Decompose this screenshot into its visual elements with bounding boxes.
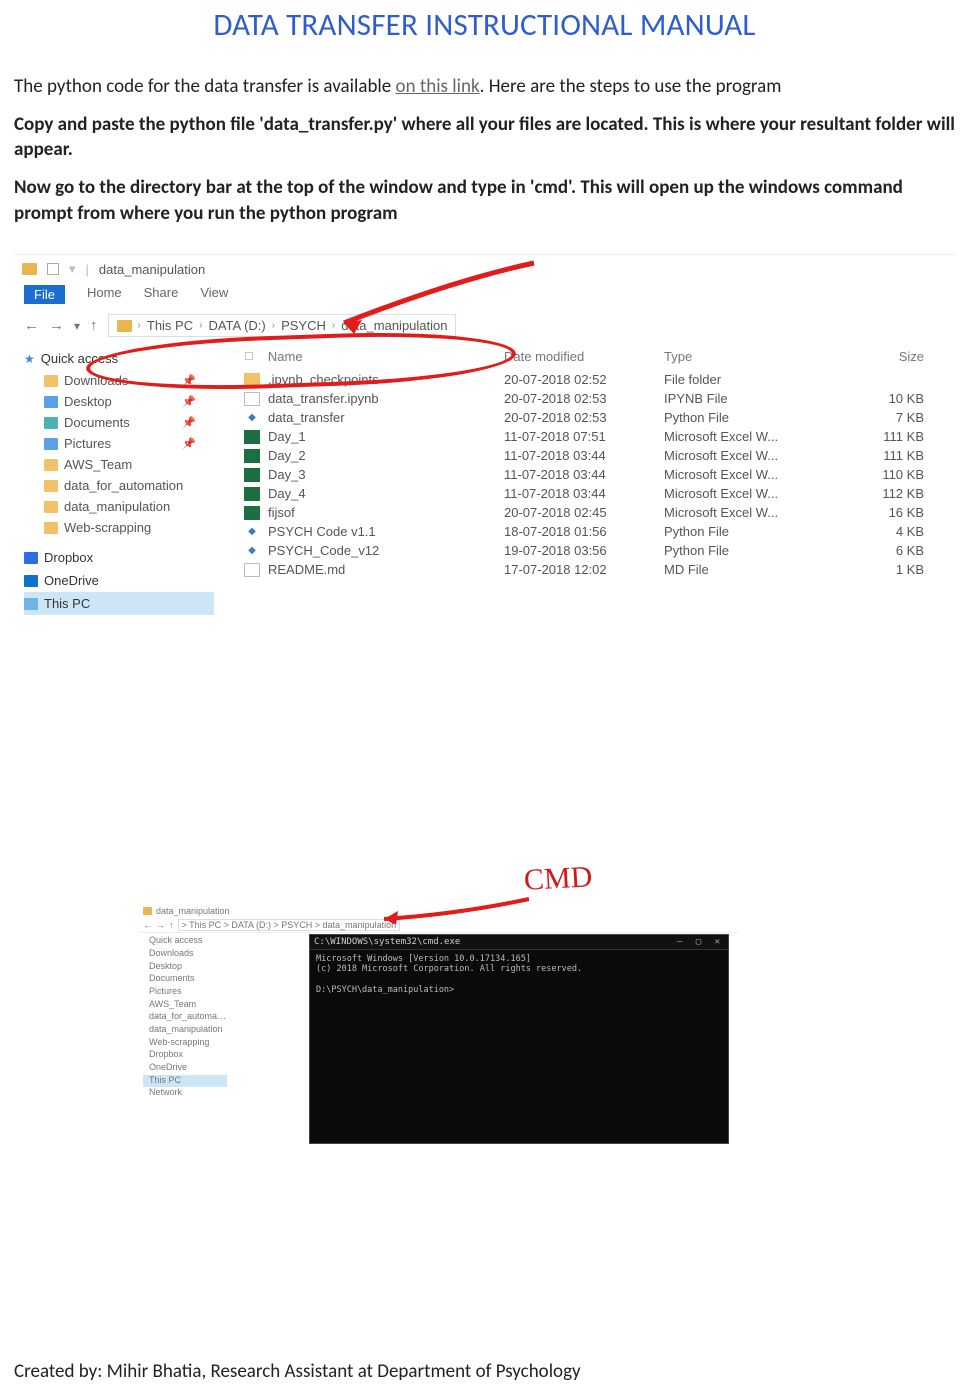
- window-title-text: data_manipulation: [99, 262, 205, 277]
- file-row[interactable]: Day_211-07-2018 03:44Microsoft Excel W..…: [244, 446, 950, 465]
- file-row[interactable]: Day_111-07-2018 07:51Microsoft Excel W..…: [244, 427, 950, 446]
- onedrive-icon: [24, 575, 38, 587]
- file-row[interactable]: PSYCH_Code_v1219-07-2018 03:56Python Fil…: [244, 541, 950, 560]
- code-link[interactable]: on this link: [396, 75, 480, 98]
- col-size[interactable]: Size: [844, 349, 924, 364]
- pc-icon: [24, 598, 38, 610]
- downloads-icon: [44, 375, 58, 387]
- sidebar-thispc[interactable]: This PC: [24, 592, 214, 615]
- intro-text-a: The python code for the data transfer is…: [14, 75, 396, 98]
- sidebar-item-dm[interactable]: data_manipulation: [24, 496, 214, 517]
- folder-icon: [22, 263, 37, 275]
- sidebar-quick-access[interactable]: ★Quick access: [24, 347, 214, 370]
- intro-text-b: . Here are the steps to use the program: [480, 75, 782, 98]
- col-name[interactable]: Name: [244, 349, 504, 364]
- nav-row: ← → ▾ ↑ › This PC › DATA (D:) › PSYCH › …: [14, 310, 956, 341]
- desktop-icon: [44, 396, 58, 408]
- cmd-titlebar: C:\WINDOWS\system32\cmd.exe — ▢ ✕: [310, 935, 728, 950]
- tab-home[interactable]: Home: [87, 285, 122, 304]
- blank-icon: [47, 263, 59, 275]
- excel-icon: [244, 449, 260, 463]
- sidebar-dropbox[interactable]: Dropbox: [24, 546, 214, 569]
- folder-icon: [44, 501, 58, 513]
- folder-icon: [143, 907, 152, 915]
- sidebar-onedrive[interactable]: OneDrive: [24, 569, 214, 592]
- pictures-icon: [44, 438, 58, 450]
- excel-icon: [244, 468, 260, 482]
- step-2: Now go to the directory bar at the top o…: [14, 175, 955, 226]
- folder-icon: [44, 480, 58, 492]
- ribbon-tabs: File Home Share View: [14, 283, 956, 310]
- excel-icon: [244, 487, 260, 501]
- sidebar-item-dfa[interactable]: data_for_automation: [24, 475, 214, 496]
- chevron-right-icon: ›: [138, 320, 141, 331]
- sidebar-item-ws[interactable]: Web-scrapping: [24, 517, 214, 538]
- crumb-folder[interactable]: data_manipulation: [341, 318, 447, 333]
- footer-credit: Created by: Mihir Bhatia, Research Assis…: [14, 1360, 581, 1383]
- window-titlebar: ▾ | data_manipulation: [14, 255, 956, 283]
- sidebar-item-downloads[interactable]: Downloads📌: [24, 370, 214, 391]
- file-list-header: Name Date modified Type Size: [244, 345, 950, 370]
- file-row[interactable]: README.md17-07-2018 12:02MD File1 KB: [244, 560, 950, 579]
- py-icon: [244, 525, 260, 539]
- excel-icon: [244, 506, 260, 520]
- sidebar-item-aws[interactable]: AWS_Team: [24, 454, 214, 475]
- intro-paragraph: The python code for the data transfer is…: [14, 74, 955, 100]
- pin-icon: 📌: [182, 374, 196, 387]
- excel-icon: [244, 430, 260, 444]
- up-icon[interactable]: ↑: [90, 317, 98, 334]
- ipynb-icon: [244, 392, 260, 406]
- sidebar-item-pictures[interactable]: Pictures📌: [24, 433, 214, 454]
- col-date[interactable]: Date modified: [504, 349, 664, 364]
- documents-icon: [44, 417, 58, 429]
- folder-icon: [44, 522, 58, 534]
- crumb-pc[interactable]: This PC: [147, 318, 193, 333]
- sidebar-item-documents[interactable]: Documents📌: [24, 412, 214, 433]
- crumb-psych[interactable]: PSYCH: [281, 318, 326, 333]
- tab-file[interactable]: File: [24, 285, 65, 304]
- sidebar: ★Quick access Downloads📌 Desktop📌 Docume…: [14, 341, 214, 615]
- separator-icon: ▾: [69, 261, 76, 277]
- py-icon: [244, 411, 260, 425]
- tab-view[interactable]: View: [200, 285, 228, 304]
- breadcrumb[interactable]: › This PC › DATA (D:) › PSYCH › data_man…: [108, 314, 457, 337]
- forward-icon[interactable]: →: [49, 317, 64, 334]
- sidebar-item-desktop[interactable]: Desktop📌: [24, 391, 214, 412]
- col-type[interactable]: Type: [664, 349, 844, 364]
- command-prompt-window: C:\WINDOWS\system32\cmd.exe — ▢ ✕ Micros…: [309, 934, 729, 1144]
- recent-dropdown-icon[interactable]: ▾: [74, 319, 80, 333]
- back-icon[interactable]: ←: [24, 317, 39, 334]
- annotation-label-cmd: CMD: [523, 860, 593, 898]
- folder-icon: [44, 459, 58, 471]
- folder-icon: [117, 320, 132, 332]
- file-row[interactable]: Day_411-07-2018 03:44Microsoft Excel W..…: [244, 484, 950, 503]
- star-icon: ★: [24, 352, 35, 366]
- cmd-output[interactable]: Microsoft Windows [Version 10.0.17134.16…: [310, 950, 728, 999]
- crumb-drive[interactable]: DATA (D:): [208, 318, 265, 333]
- tab-share[interactable]: Share: [144, 285, 179, 304]
- file-row[interactable]: data_transfer.ipynb20-07-2018 02:53IPYNB…: [244, 389, 950, 408]
- dropbox-icon: [24, 552, 38, 564]
- page-title: DATA TRANSFER INSTRUCTIONAL MANUAL: [14, 6, 955, 44]
- step-1: Copy and paste the python file 'data_tra…: [14, 112, 955, 163]
- file-row[interactable]: PSYCH Code v1.118-07-2018 01:56Python Fi…: [244, 522, 950, 541]
- window-controls[interactable]: — ▢ ✕: [677, 937, 724, 947]
- file-row[interactable]: Day_311-07-2018 03:44Microsoft Excel W..…: [244, 465, 950, 484]
- py-icon: [244, 544, 260, 558]
- folder-icon: [244, 373, 260, 387]
- file-row[interactable]: data_transfer20-07-2018 02:53Python File…: [244, 408, 950, 427]
- explorer-screenshot: ▾ | data_manipulation File Home Share Vi…: [14, 254, 956, 814]
- file-list: Name Date modified Type Size .ipynb_chec…: [214, 341, 956, 615]
- cmd-screenshot: CMD data_manipulation ←→↑> This PC > DAT…: [139, 904, 739, 1164]
- file-row[interactable]: .ipynb_checkpoints20-07-2018 02:52File f…: [244, 370, 950, 389]
- file-row[interactable]: fijsof20-07-2018 02:45Microsoft Excel W.…: [244, 503, 950, 522]
- md-icon: [244, 563, 260, 577]
